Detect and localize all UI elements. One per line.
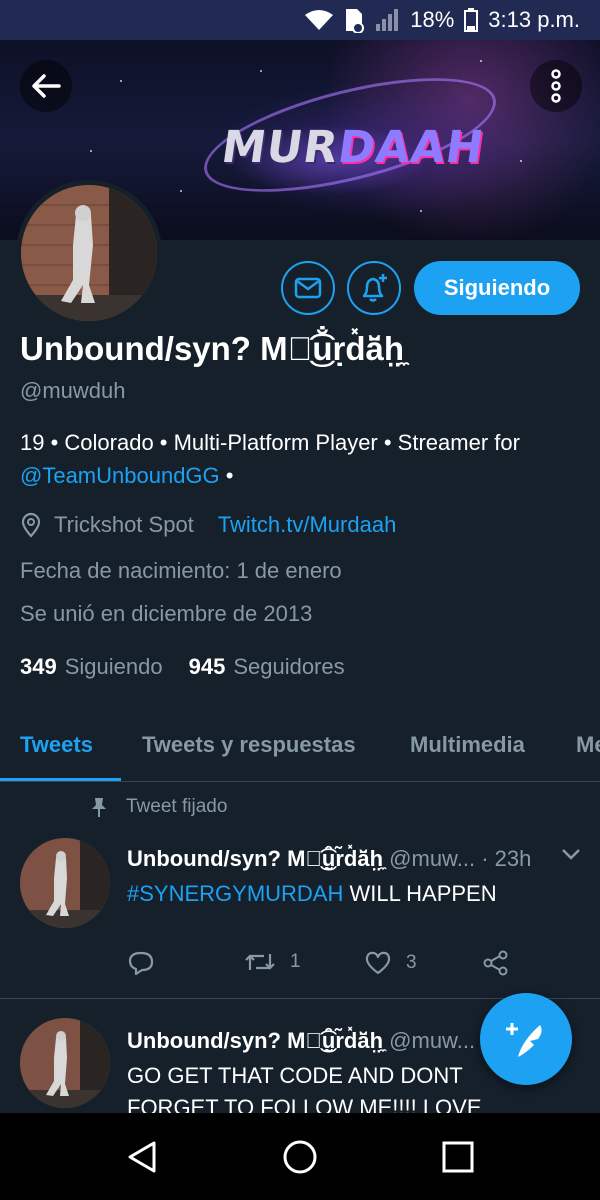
more-vertical-icon [551, 69, 561, 103]
hashtag-link[interactable]: #SYNERGYMURDAH [127, 881, 343, 906]
status-bar: 18% 3:13 p.m. [0, 0, 600, 40]
mention-link[interactable]: @TeamUnboundGG [20, 463, 220, 488]
more-options-button[interactable] [530, 60, 582, 112]
nav-home-button[interactable] [280, 1137, 320, 1177]
clock: 3:13 p.m. [488, 7, 580, 32]
tweet-actions: 1 3 [127, 950, 527, 980]
bell-plus-icon [362, 274, 387, 302]
profile-tabs: Tweets Tweets y respuestas Multimedia Me [0, 710, 600, 782]
system-nav-bar [0, 1113, 600, 1200]
pin-icon [92, 798, 106, 817]
pinned-label-row: Tweet fijado [90, 796, 227, 818]
following-count-link[interactable]: 349 Siguiendo [20, 654, 163, 680]
notifications-button[interactable] [347, 261, 401, 315]
circle-home-icon [283, 1140, 317, 1174]
feather-plus-icon [506, 1023, 542, 1057]
square-recents-icon [442, 1141, 474, 1173]
retweet-count: 1 [290, 951, 301, 972]
nav-recents-button[interactable] [438, 1137, 478, 1177]
active-tab-indicator [0, 778, 121, 781]
wifi-icon [304, 9, 334, 31]
profile-name: Unbound/syn? Mཽ͜͡u̐ṛd̽ä̆h̤̼ [20, 330, 405, 367]
triangle-back-icon [128, 1141, 156, 1173]
tweet-menu-button[interactable] [560, 846, 582, 867]
website-link[interactable]: Twitch.tv/Murdaah [218, 512, 397, 538]
joined-text: Se unió en diciembre de 2013 [20, 601, 313, 626]
tab-tweets-and-replies[interactable]: Tweets y respuestas [142, 732, 356, 758]
tweet-handle: @muw... [389, 1028, 476, 1053]
tab-media[interactable]: Multimedia [410, 732, 525, 758]
profile-bio: 19 • Colorado • Multi-Platform Player • … [20, 430, 520, 488]
tab-likes[interactable]: Me [576, 732, 600, 758]
tweet-header: Unbound/syn? Mཽ͜͡ṵ̑r̃d̽ä̆h̤̼ @muw... · 2… [127, 846, 531, 872]
tweet-avatar[interactable] [20, 1018, 110, 1108]
profile-avatar[interactable] [16, 180, 162, 326]
banner-logo: MURDAAH [218, 122, 488, 173]
reply-button[interactable] [127, 950, 155, 976]
nav-back-button[interactable] [122, 1137, 162, 1177]
retweet-button[interactable]: 1 [244, 950, 301, 974]
like-button[interactable]: 3 [364, 950, 417, 976]
pinned-label: Tweet fijado [126, 796, 228, 817]
signal-icon [374, 8, 400, 32]
location-row: Trickshot Spot Twitch.tv/Murdaah [20, 512, 396, 538]
envelope-icon [294, 277, 322, 299]
birthday-text: Fecha de nacimiento: 1 de enero [20, 558, 342, 583]
tweet-handle: @muw... [389, 846, 476, 871]
tweet-author: Unbound/syn? Mཽ͜͡ṵ̑r̃d̽ä̆h̤̼ [127, 846, 384, 871]
heart-icon [365, 951, 391, 975]
arrow-left-icon [32, 74, 61, 98]
share-button[interactable] [482, 950, 510, 976]
share-icon [483, 950, 508, 976]
followers-count-link[interactable]: 945 Seguidores [189, 654, 345, 680]
tweet-text: #SYNERGYMURDAH WILL HAPPEN [127, 881, 497, 906]
reply-icon [128, 951, 154, 976]
sim-card-icon [344, 7, 365, 33]
tweet-avatar[interactable] [20, 838, 110, 928]
compose-tweet-button[interactable] [480, 993, 572, 1085]
battery-icon [464, 8, 479, 32]
follow-counts: 349 Siguiendo 945 Seguidores [20, 654, 345, 680]
retweet-icon [245, 954, 275, 970]
battery-percent: 18% [410, 7, 455, 32]
location-text: Trickshot Spot [54, 512, 194, 537]
tweet-header: Unbound/syn? Mཽ͜͡ṵ̑r̃d̽ä̆h̤̼ @muw... [127, 1028, 475, 1054]
message-button[interactable] [281, 261, 335, 315]
location-pin-icon [21, 512, 41, 538]
tab-tweets[interactable]: Tweets [20, 732, 93, 758]
tweet-time: · 23h [481, 846, 532, 871]
like-count: 3 [406, 952, 417, 973]
chevron-down-icon [562, 849, 580, 860]
back-button[interactable] [20, 60, 72, 112]
avatar-photo [21, 185, 157, 321]
tweet-author: Unbound/syn? Mཽ͜͡ṵ̑r̃d̽ä̆h̤̼ [127, 1028, 384, 1053]
following-button[interactable]: Siguiendo [414, 261, 580, 315]
profile-handle: @muwduh [20, 378, 126, 403]
